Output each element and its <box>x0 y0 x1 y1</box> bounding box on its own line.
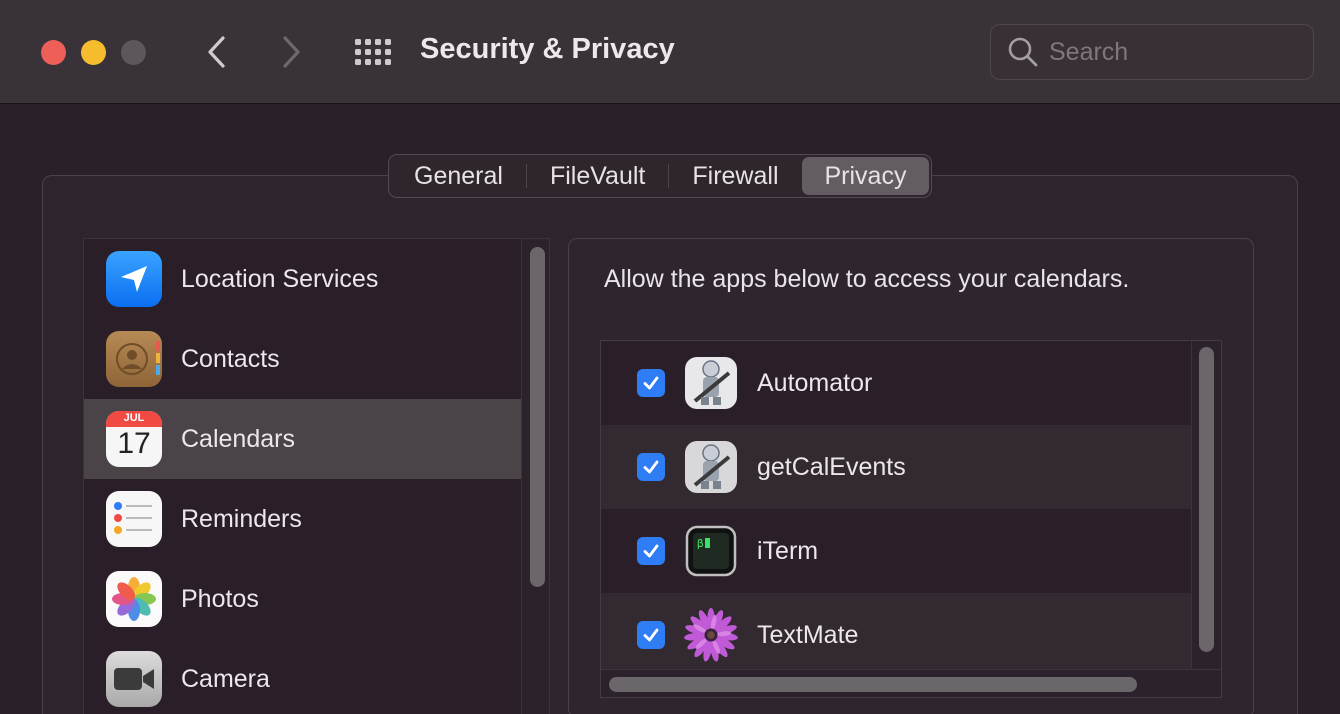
title-bar: Security & Privacy <box>0 0 1340 104</box>
app-name: iTerm <box>757 536 819 565</box>
app-name: Automator <box>757 368 873 397</box>
photos-icon <box>106 571 162 627</box>
sidebar-item-camera[interactable]: Camera <box>84 639 521 714</box>
app-name: TextMate <box>757 620 859 649</box>
tab-filevault[interactable]: FileVault <box>527 157 668 195</box>
location-arrow-icon <box>106 251 162 307</box>
app-list-vertical-scroll-thumb[interactable] <box>1199 347 1214 652</box>
chevron-right-icon <box>283 36 300 68</box>
reminders-icon <box>106 491 162 547</box>
forward-button[interactable] <box>271 30 311 74</box>
sidebar-item-label: Photos <box>181 584 259 613</box>
sidebar-item-label: Reminders <box>181 504 302 533</box>
app-permission-list: Automator getCalEvents β iTerm TextMate <box>600 340 1222 698</box>
sidebar-item-photos[interactable]: Photos <box>84 559 521 639</box>
zoom-window-button[interactable] <box>121 40 146 65</box>
app-checkbox[interactable] <box>637 537 665 565</box>
checkmark-icon <box>643 544 659 558</box>
sidebar-item-label: Location Services <box>181 264 379 293</box>
camera-icon <box>106 651 162 707</box>
sidebar-item-reminders[interactable]: Reminders <box>84 479 521 559</box>
textmate-flower-icon <box>683 607 739 663</box>
sidebar-item-label: Camera <box>181 664 270 693</box>
checkmark-icon <box>643 376 659 390</box>
app-checkbox[interactable] <box>637 621 665 649</box>
list-item[interactable]: getCalEvents <box>601 425 1191 509</box>
tab-firewall[interactable]: Firewall <box>669 157 801 195</box>
sidebar-item-contacts[interactable]: Contacts <box>84 319 521 399</box>
contacts-icon <box>106 331 162 387</box>
search-input[interactable] <box>1049 37 1289 67</box>
sidebar-item-label: Contacts <box>181 344 280 373</box>
sidebar-scrollbar[interactable] <box>521 239 549 714</box>
calendar-icon-month: JUL <box>123 412 145 424</box>
list-item[interactable]: TextMate <box>601 593 1191 677</box>
app-checkbox[interactable] <box>637 453 665 481</box>
app-name: getCalEvents <box>757 452 906 481</box>
tab-bar: General FileVault Firewall Privacy <box>388 154 933 198</box>
sidebar-item-location-services[interactable]: Location Services <box>84 239 521 319</box>
automator-icon <box>683 355 739 411</box>
search-icon <box>1008 37 1038 67</box>
tab-general[interactable]: General <box>391 157 526 195</box>
search-field[interactable] <box>990 24 1314 80</box>
app-list-horizontal-scroll-thumb[interactable] <box>609 677 1137 692</box>
window-title: Security & Privacy <box>420 33 675 65</box>
calendar-icon-day: 17 <box>117 427 151 460</box>
calendar-icon: JUL 17 <box>106 411 162 467</box>
app-list-horizontal-scrollbar[interactable] <box>601 669 1221 697</box>
chevron-left-icon <box>208 36 225 68</box>
permission-description: Allow the apps below to access your cale… <box>604 265 1130 293</box>
grid-icon <box>355 39 391 65</box>
close-window-button[interactable] <box>41 40 66 65</box>
privacy-category-list: Location Services Contacts JUL 17 Calend… <box>83 238 550 714</box>
show-all-button[interactable] <box>352 36 394 68</box>
minimize-window-button[interactable] <box>81 40 106 65</box>
sidebar-scroll-thumb[interactable] <box>530 247 545 587</box>
svg-text:β: β <box>697 537 704 550</box>
checkmark-icon <box>643 628 659 642</box>
terminal-icon: β <box>683 523 739 579</box>
list-item[interactable]: Automator <box>601 341 1191 425</box>
sidebar-item-label: Calendars <box>181 424 295 453</box>
app-checkbox[interactable] <box>637 369 665 397</box>
app-list-vertical-scrollbar[interactable] <box>1191 341 1221 669</box>
list-item[interactable]: β iTerm <box>601 509 1191 593</box>
automator-icon <box>683 439 739 495</box>
sidebar-item-calendars[interactable]: JUL 17 Calendars <box>84 399 521 479</box>
tab-privacy[interactable]: Privacy <box>801 157 930 195</box>
back-button[interactable] <box>197 30 237 74</box>
checkmark-icon <box>643 460 659 474</box>
